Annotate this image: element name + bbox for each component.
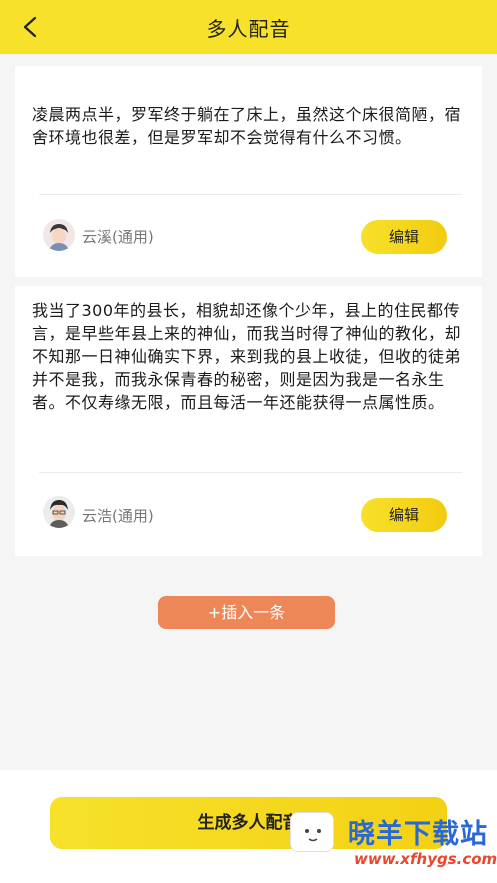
card-text[interactable]: 我当了300年的县长，相貌却还像个少年，县上的住民都传言，是早些年县上来的神仙，… — [32, 299, 468, 414]
card-text[interactable]: 凌晨两点半，罗军终于躺在了床上，虽然这个床很简陋，宿舍环境也很差，但是罗军却不会… — [32, 103, 468, 149]
voice-name: 云溪(通用) — [82, 228, 154, 246]
dubbing-card: 我当了300年的县长，相貌却还像个少年，县上的住民都传言，是早些年县上来的神仙，… — [15, 286, 482, 556]
top-bar: 多人配音 — [0, 0, 497, 54]
watermark-url: www.xfhygs.com — [354, 850, 497, 868]
divider — [39, 472, 462, 473]
insert-row-button[interactable]: +插入一条 — [158, 596, 335, 629]
voice-avatar — [43, 496, 75, 528]
edit-button[interactable]: 编辑 — [361, 498, 447, 532]
divider — [39, 194, 462, 195]
watermark-text: 晓羊下载站 — [348, 819, 488, 850]
voice-name: 云浩(通用) — [82, 507, 154, 525]
site-watermark: 晓羊下载站 www.xfhygs.com — [290, 800, 497, 883]
page-title: 多人配音 — [206, 17, 291, 41]
voice-avatar — [43, 219, 75, 251]
dubbing-card: 凌晨两点半，罗军终于躺在了床上，虽然这个床很简陋，宿舍环境也很差，但是罗军却不会… — [15, 66, 482, 277]
edit-button[interactable]: 编辑 — [361, 220, 447, 254]
watermark-logo-icon — [290, 812, 334, 852]
